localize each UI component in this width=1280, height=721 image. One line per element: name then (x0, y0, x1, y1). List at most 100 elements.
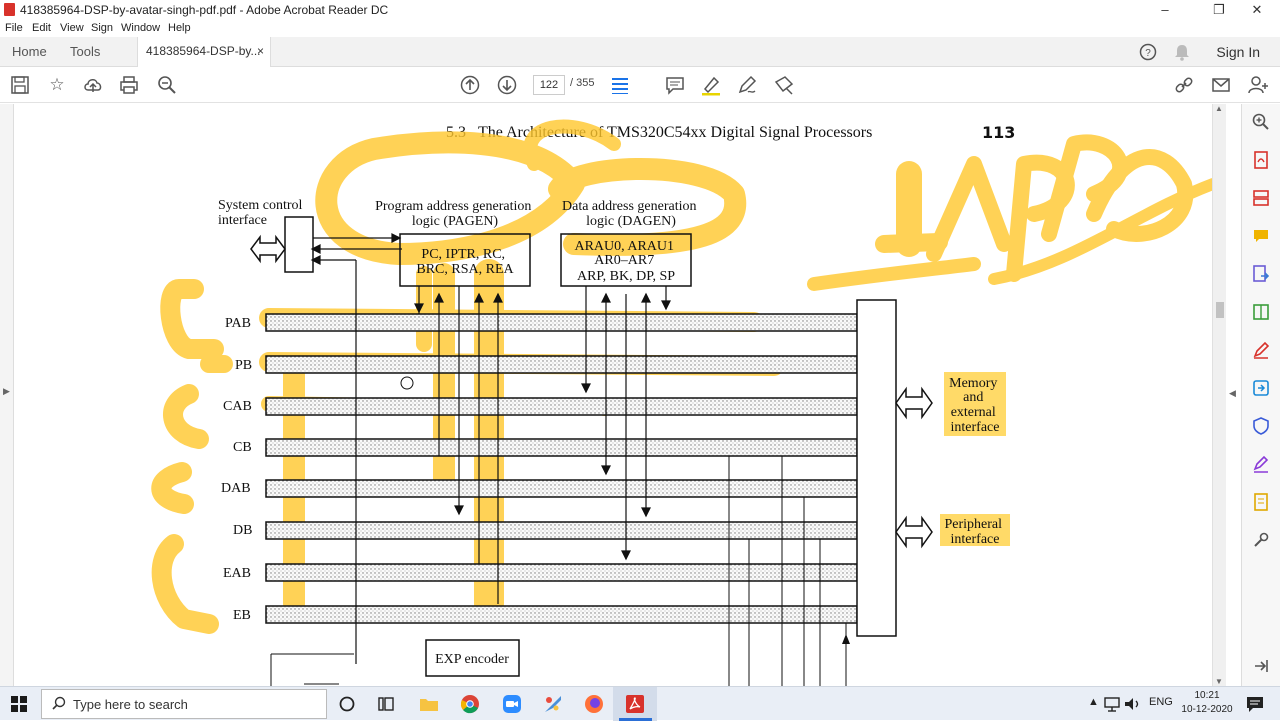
share-link-icon[interactable] (1173, 74, 1195, 96)
zoom-in-tool-icon[interactable] (1251, 112, 1271, 132)
dagen-title: Data address generation logic (DAGEN) (562, 199, 700, 229)
clock-date: 10-12-2020 (1181, 704, 1233, 715)
tab-document[interactable]: 418385964-DSP-by... × (137, 37, 271, 67)
paint-app-icon[interactable] (541, 692, 565, 716)
page-total-value: 355 (576, 77, 595, 89)
page-number-label: 113 (982, 123, 1015, 142)
firefox-icon[interactable] (582, 692, 606, 716)
acrobat-taskbar-icon[interactable] (623, 692, 647, 716)
action-center-icon[interactable] (1243, 692, 1267, 716)
task-view-icon[interactable] (374, 692, 398, 716)
right-tools-panel (1241, 104, 1280, 686)
scrollbar-thumb[interactable] (1216, 302, 1224, 318)
expand-left-panel-icon[interactable]: ▶ (3, 386, 10, 397)
scroll-down-icon[interactable]: ▼ (1215, 677, 1223, 686)
peripheral-interface-arrow (895, 515, 933, 549)
bus-pb (265, 355, 858, 374)
next-page-icon[interactable] (496, 74, 518, 96)
notification-bell-icon[interactable] (1172, 42, 1192, 62)
tab-bar: Home Tools 418385964-DSP-by... × ? Sign … (0, 37, 1280, 67)
zoom-app-icon[interactable] (500, 692, 524, 716)
menu-bar: File Edit View Sign Window Help (0, 20, 1280, 37)
menu-sign[interactable]: Sign (91, 22, 113, 34)
prepare-form-icon[interactable] (1251, 492, 1271, 512)
tray-overflow-icon[interactable]: ▲ (1088, 696, 1099, 708)
sign-in-button[interactable]: Sign In (1216, 37, 1260, 67)
save-icon[interactable] (9, 74, 31, 96)
tab-document-label: 418385964-DSP-by... (146, 44, 261, 58)
menu-edit[interactable]: Edit (32, 22, 51, 34)
bus-label-eb: EB (233, 608, 251, 623)
tab-close-icon[interactable]: × (257, 37, 264, 66)
menu-window[interactable]: Window (121, 22, 160, 34)
scroll-up-icon[interactable]: ▲ (1215, 104, 1223, 113)
menu-help[interactable]: Help (168, 22, 191, 34)
more-tools-icon[interactable] (1251, 530, 1271, 550)
taskbar-search[interactable]: Type here to search (41, 689, 327, 719)
window-title: 418385964-DSP-by-avatar-singh-pdf.pdf - … (20, 3, 389, 17)
memory-interface-arrow (895, 386, 933, 420)
title-bar: 418385964-DSP-by-avatar-singh-pdf.pdf - … (0, 0, 1280, 20)
system-control-double-arrow (250, 234, 286, 264)
system-clock[interactable]: 10:21 10-12-2020 (1177, 689, 1237, 717)
bus-label-cab: CAB (223, 399, 252, 414)
close-window-button[interactable]: ✕ (1234, 0, 1280, 20)
pdf-page: 5.3 The Architecture of TMS320C54xx Digi… (151, 119, 1213, 686)
help-icon[interactable]: ? (1138, 42, 1158, 62)
tab-home[interactable]: Home (12, 37, 47, 67)
menu-view[interactable]: View (60, 22, 84, 34)
fill-sign-icon[interactable] (773, 74, 795, 96)
collapse-tools-icon[interactable] (1251, 656, 1271, 676)
bus-pab (265, 313, 858, 332)
page-number-input[interactable]: 122 (533, 75, 565, 95)
comment-tool-icon[interactable] (1251, 226, 1271, 246)
fill-sign-tool-icon[interactable] (1251, 454, 1271, 474)
menu-file[interactable]: File (5, 22, 23, 34)
compress-pdf-icon[interactable] (1251, 302, 1271, 322)
page-total: / 355 (570, 77, 594, 89)
search-placeholder: Type here to search (73, 697, 188, 712)
export-pdf-icon[interactable] (1251, 264, 1271, 284)
draw-pen-icon[interactable] (736, 74, 758, 96)
dagen-registers: ARAU0, ARAU1 AR0–AR7 ARP, BK, DP, SP (574, 239, 677, 284)
bus-dab (265, 479, 858, 498)
vertical-scrollbar[interactable]: ▲ ▼ (1212, 104, 1226, 686)
previous-page-icon[interactable] (459, 74, 481, 96)
bus-label-pab: PAB (225, 316, 251, 331)
system-control-box (284, 216, 314, 273)
highlighter-icon[interactable] (700, 74, 722, 96)
upload-cloud-icon[interactable] (82, 74, 104, 96)
tab-tools[interactable]: Tools (70, 37, 100, 67)
pagen-registers: PC, IPTR, RC, BRC, RSA, REA (416, 247, 514, 277)
svg-text:?: ? (1145, 48, 1151, 59)
bus-cb (265, 438, 858, 457)
cortana-icon[interactable] (335, 692, 359, 716)
clock-time: 10:21 (1194, 690, 1220, 701)
file-explorer-icon[interactable] (417, 692, 441, 716)
chrome-icon[interactable] (458, 692, 482, 716)
email-icon[interactable] (1210, 74, 1232, 96)
bus-label-cb: CB (233, 440, 252, 455)
send-for-review-icon[interactable] (1251, 378, 1271, 398)
language-indicator[interactable]: ENG (1149, 696, 1173, 708)
windows-start-icon[interactable] (11, 696, 27, 712)
search-icon (52, 696, 66, 710)
scroll-mode-icon[interactable] (609, 74, 631, 96)
collapse-right-panel-icon[interactable]: ◀ (1229, 388, 1236, 399)
create-pdf-icon[interactable] (1251, 150, 1271, 170)
comment-icon[interactable] (664, 74, 686, 96)
minimize-button[interactable]: – (1142, 0, 1188, 20)
print-icon[interactable] (118, 74, 140, 96)
peripheral-interface-label: Peripheral interface (944, 517, 1005, 547)
bus-eb (265, 605, 858, 624)
left-panel-toggle[interactable]: ▶ (0, 104, 14, 686)
add-user-icon[interactable] (1247, 74, 1269, 96)
edit-pdf-icon[interactable] (1251, 340, 1271, 360)
bookmark-star-icon[interactable]: ☆ (46, 74, 68, 96)
protect-shield-icon[interactable] (1251, 416, 1271, 436)
document-view[interactable]: 5.3 The Architecture of TMS320C54xx Digi… (14, 104, 1213, 686)
acrobat-app-icon (4, 3, 15, 16)
zoom-out-icon[interactable] (156, 74, 178, 96)
volume-icon[interactable] (1120, 692, 1144, 716)
organize-pages-icon[interactable] (1251, 188, 1271, 208)
